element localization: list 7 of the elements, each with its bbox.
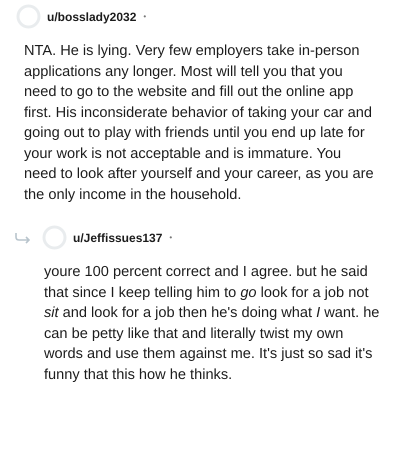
separator-dot: • xyxy=(143,12,146,21)
username[interactable]: u/bosslady2032 xyxy=(47,10,136,24)
separator-dot: • xyxy=(169,233,172,242)
reply-arrow-icon xyxy=(14,232,32,244)
username[interactable]: u/Jeffissues137 xyxy=(73,230,162,244)
comment-text: NTA. He is lying. Very few employers take in-person applications any longer. Most will tell you that you need to go to the website and fill out the online app first. His inconsiderate behavior of taking your car and going out to play with friends until you end up late for your work is not acceptable and is immature. You need to look after yourself and your career, as you are the only income in the household. xyxy=(24,42,375,204)
comment-text: youre 100 percent correct and I agree. but he said that since I keep telling him to go look for a job not sit and look for a job then he's doing what I want. he can be petty like that and literally twist my own words and use them against me. It's just so sad it's funny that this how he thinks. xyxy=(44,263,380,384)
